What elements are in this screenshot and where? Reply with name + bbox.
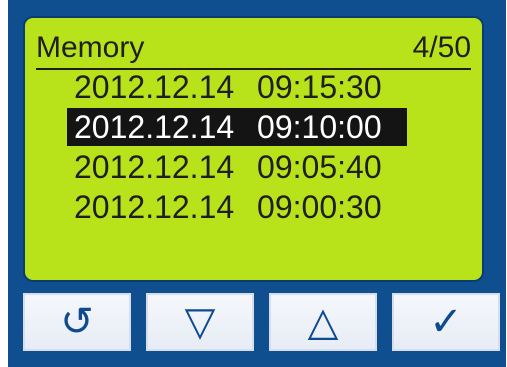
entry-date: 2012.12.14 <box>74 149 235 185</box>
down-button[interactable]: ▽ <box>146 293 254 351</box>
device-frame: Memory 4/50 2012.12.14 09:15:30 2012.12.… <box>8 0 506 367</box>
memory-header: Memory 4/50 <box>36 28 471 70</box>
memory-entry[interactable]: 2012.12.14 09:00:30 <box>74 187 414 227</box>
memory-entry-list: 2012.12.14 09:15:30 2012.12.14 09:10:00 … <box>67 67 414 227</box>
memory-title: Memory <box>36 31 145 64</box>
entry-time: 09:05:40 <box>257 149 382 185</box>
up-button[interactable]: △ <box>269 293 377 351</box>
memory-entry[interactable]: 2012.12.14 09:05:40 <box>74 147 414 187</box>
down-arrow-icon: ▽ <box>184 299 216 345</box>
memory-entry-selected[interactable]: 2012.12.14 09:10:00 <box>67 107 414 147</box>
entry-date: 2012.12.14 <box>74 109 235 145</box>
memory-counter: 4/50 <box>412 31 471 64</box>
entry-time: 09:00:30 <box>257 189 382 225</box>
up-arrow-icon: △ <box>307 299 339 345</box>
entry-date: 2012.12.14 <box>74 189 235 225</box>
confirm-button[interactable]: ✓ <box>392 293 500 351</box>
memory-entry[interactable]: 2012.12.14 09:15:30 <box>74 67 414 107</box>
entry-date: 2012.12.14 <box>74 69 235 105</box>
lcd-screen: Memory 4/50 2012.12.14 09:15:30 2012.12.… <box>23 16 484 282</box>
refresh-button[interactable]: ↺ <box>23 293 131 351</box>
softkey-bar: ↺ ▽ △ ✓ <box>23 293 500 351</box>
entry-time: 09:10:00 <box>257 109 382 145</box>
entry-time: 09:15:30 <box>257 69 382 105</box>
refresh-icon: ↺ <box>60 299 94 345</box>
check-icon: ✓ <box>429 299 463 345</box>
